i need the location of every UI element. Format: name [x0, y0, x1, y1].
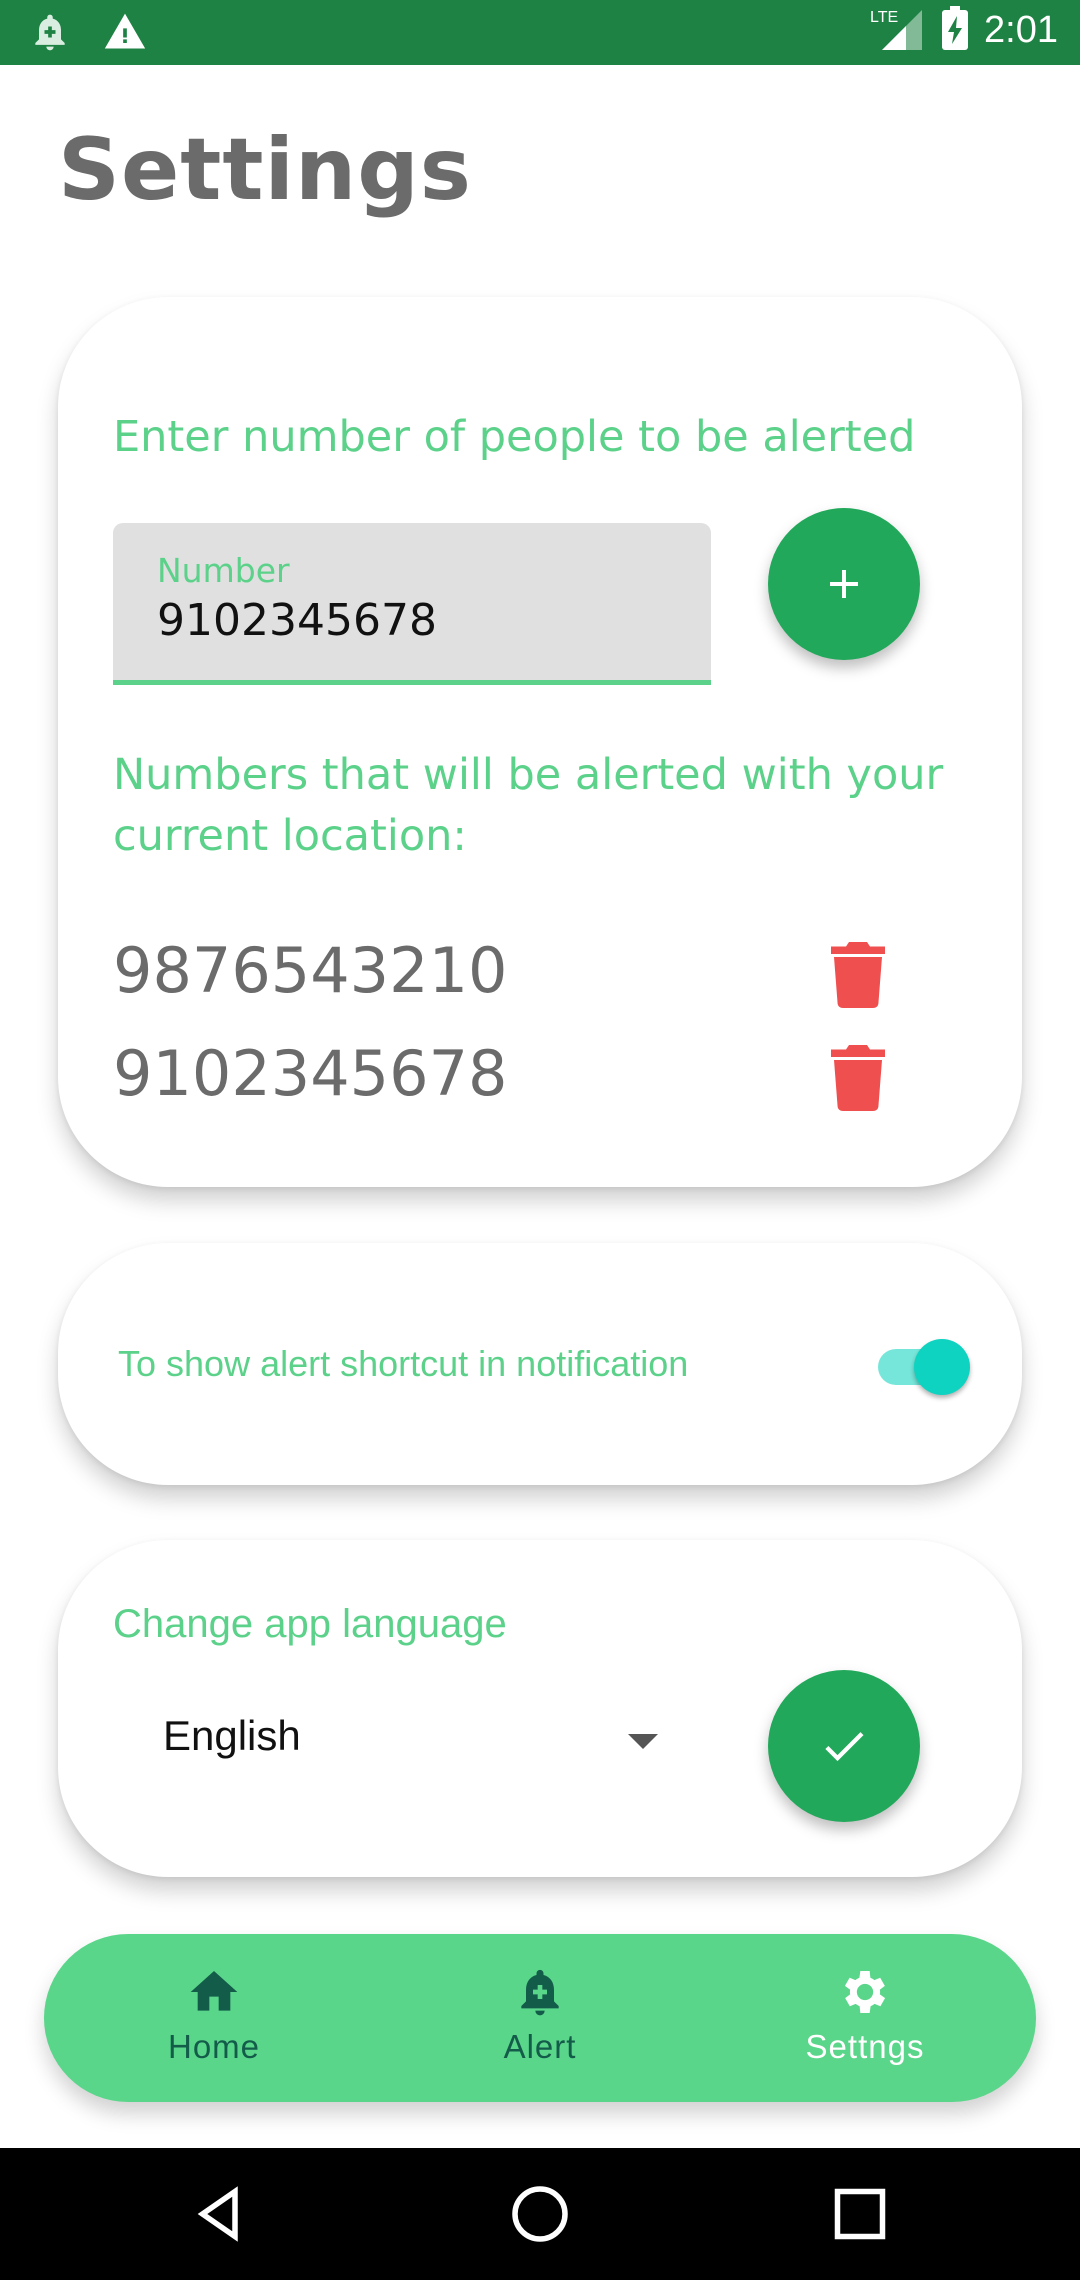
notification-card: To show alert shortcut in notification [58, 1243, 1022, 1485]
system-navigation-bar [0, 2148, 1080, 2280]
notification-shortcut-toggle[interactable] [868, 1331, 970, 1395]
alert-numbers-card: Enter number of people to be alerted Num… [58, 297, 1022, 1187]
selected-language: English [163, 1712, 301, 1759]
change-language-heading: Change app language [113, 1602, 507, 1646]
list-item: 9102345678 [113, 1037, 973, 1127]
bottom-navigation: Home Alert Settngs [44, 1934, 1036, 2102]
check-icon [825, 1732, 864, 1762]
trash-icon[interactable] [831, 942, 885, 1008]
toggle-thumb [914, 1339, 970, 1395]
language-card: Change app language English [58, 1540, 1022, 1877]
signal-icon: LTE [870, 6, 926, 55]
gear-icon [844, 1971, 886, 2013]
add-number-button[interactable] [768, 508, 920, 660]
nav-item-alert[interactable]: Alert [440, 1964, 640, 2084]
warning-icon [102, 10, 148, 59]
enter-number-heading: Enter number of people to be alerted [113, 412, 916, 462]
nav-item-settings[interactable]: Settngs [765, 1964, 965, 2084]
back-icon[interactable] [190, 2184, 250, 2244]
language-select[interactable]: English [163, 1712, 683, 1782]
list-item: 9876543210 [113, 934, 973, 1024]
home-circle-icon[interactable] [510, 2184, 570, 2244]
nav-item-home[interactable]: Home [114, 1964, 314, 2084]
page-title: Settings [58, 120, 472, 220]
nav-label-home: Home [167, 2028, 261, 2065]
number-field[interactable]: Number [113, 523, 711, 685]
dropdown-caret-icon [628, 1734, 658, 1749]
trash-icon[interactable] [831, 1045, 885, 1111]
home-icon [190, 1971, 238, 2011]
alert-bell-icon [521, 1969, 559, 2016]
status-bar: LTE 2:01 [0, 0, 1080, 65]
battery-charging-icon [942, 6, 969, 55]
alerted-numbers-heading: Numbers that will be alerted with your c… [113, 750, 944, 861]
status-time: 2:01 [984, 9, 1058, 51]
recents-icon[interactable] [830, 2184, 890, 2244]
number-input[interactable] [157, 595, 657, 646]
number-field-label: Number [157, 551, 290, 590]
alert-bell-icon [28, 10, 72, 59]
alert-number: 9102345678 [113, 1037, 508, 1110]
confirm-language-button[interactable] [768, 1670, 920, 1822]
notification-shortcut-label: To show alert shortcut in notification [118, 1343, 689, 1384]
alert-number: 9876543210 [113, 934, 508, 1007]
nav-label-settings: Settngs [805, 2028, 925, 2065]
nav-label-alert: Alert [503, 2028, 577, 2065]
network-type-label: LTE [870, 9, 898, 26]
plus-icon [830, 570, 858, 598]
